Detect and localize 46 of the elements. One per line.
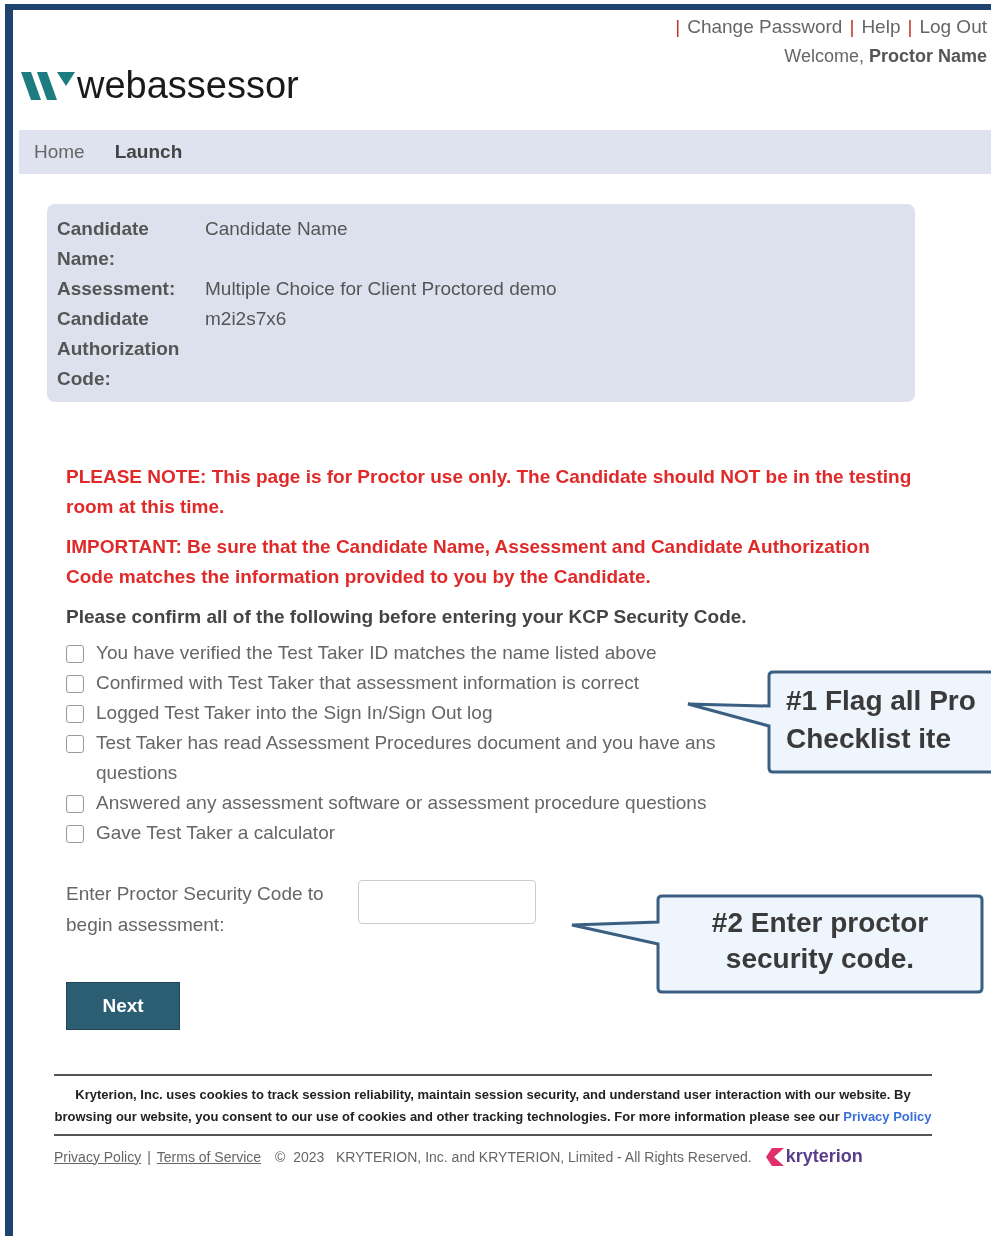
next-button[interactable]: Next xyxy=(66,982,180,1030)
header-link[interactable]: Change Password xyxy=(687,16,843,37)
checkbox[interactable] xyxy=(66,675,84,693)
field-label: Candidate Name: xyxy=(57,217,150,271)
checkbox-label: You have verified the Test Taker ID matches the name listed above xyxy=(96,641,657,665)
separator: | xyxy=(907,16,913,37)
logo-text: webassessor xyxy=(77,64,299,107)
checkbox-label: Answered any assessment software or assessment procedure questions xyxy=(96,791,707,815)
header-link[interactable]: Log Out xyxy=(919,16,987,37)
brand-logo-icon xyxy=(765,1147,784,1166)
checkbox[interactable] xyxy=(66,645,84,663)
nav-item[interactable]: Launch xyxy=(114,141,183,163)
checkbox[interactable] xyxy=(66,705,84,723)
checkbox[interactable] xyxy=(66,795,84,813)
input-field[interactable] xyxy=(358,880,536,924)
logo-icon xyxy=(21,71,75,100)
instruction-text: Please confirm all of the following before entering your KCP Security Code. xyxy=(66,605,748,629)
warning-text: IMPORTANT: Be sure that the Candidate Name, Assessment and Candidate Authorization Code matches the information provided to you by the Candidate. xyxy=(66,535,871,589)
brand-name: kryterion xyxy=(785,1146,863,1167)
privacy-link[interactable]: Privacy Policy xyxy=(843,1109,932,1124)
checkbox-label: Test Taker has read Assessment Procedures document and you have ans xyxy=(96,731,716,755)
checkbox-label: questions xyxy=(96,761,178,785)
nav-item[interactable]: Home xyxy=(34,141,85,163)
separator: | xyxy=(147,1148,151,1165)
field-value: Multiple Choice for Client Proctored demo xyxy=(205,277,558,301)
checkbox-label: Gave Test Taker a calculator xyxy=(96,821,336,845)
checkbox-label: Confirmed with Test Taker that assessment information is correct xyxy=(96,671,640,695)
field-label: Enter Proctor Security Code to begin assessment: xyxy=(66,882,325,937)
field-value: Candidate Name xyxy=(205,217,349,241)
field-label: Assessment: xyxy=(57,277,177,301)
checkbox[interactable] xyxy=(66,825,84,843)
cookie-notice: Kryterion, Inc. uses cookies to track session reliability, maintain session security, and understand user interaction with our website. By browsing our website, you consent to our use of cookies and other tracking technologies. For more information please see our Privacy Policy xyxy=(54,1076,932,1136)
checkbox[interactable] xyxy=(66,735,84,753)
separator: | xyxy=(675,16,681,37)
user-name: Proctor Name xyxy=(868,46,987,66)
copyright-text: © 2023 KRYTERION, Inc. and KRYTERION, Limited - All Rights Reserved. xyxy=(275,1148,752,1165)
field-value: m2i2s7x6 xyxy=(205,307,288,331)
separator: | xyxy=(849,16,855,37)
welcome-text: Welcome, xyxy=(784,46,864,66)
checkbox-label: Logged Test Taker into the Sign In/Sign Out log xyxy=(96,701,493,725)
header-link[interactable]: Help xyxy=(861,16,901,37)
footer-link[interactable]: Terms of Service xyxy=(156,1148,262,1165)
footer-link[interactable]: Privacy Policy xyxy=(54,1148,142,1165)
warning-text: PLEASE NOTE: This page is for Proctor use only. The Candidate should NOT be in the testing room at this time. xyxy=(66,465,913,519)
field-label: Candidate Authorization Code: xyxy=(57,307,181,391)
callout: #2 Enter proctor security code. xyxy=(570,894,984,994)
